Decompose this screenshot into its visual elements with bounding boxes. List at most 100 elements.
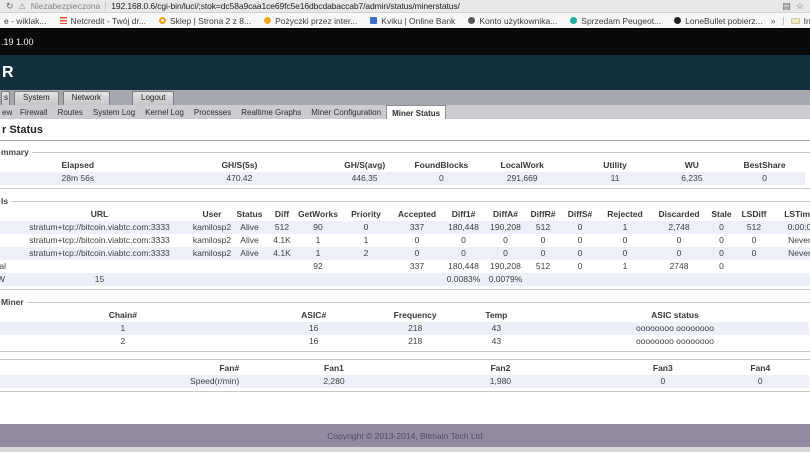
bottom-strip [0, 447, 810, 452]
copyright-text: Copyright © 2013-2014, Bitmain Tech Ltd [327, 430, 483, 441]
table-cell [0, 221, 7, 234]
column-header: BestShare [743, 160, 786, 170]
column-header: Chain# [108, 310, 138, 320]
table-body: 28m 56s 470.42 446.35 0 291,669 11 6,235 0 [0, 172, 805, 185]
nav-tab-system[interactable]: System [14, 91, 59, 105]
table-cell: oooooooo oooooooo [541, 322, 809, 335]
miner-table: Chain# ASIC# Frequency Temp ASIC status 1 16 2… [0, 308, 809, 348]
table-cell: 218 [408, 336, 423, 346]
nav-tab-s[interactable]: s [1, 91, 10, 105]
column-header: DiffA# [492, 209, 519, 219]
reload-icon[interactable]: ↻ [6, 1, 14, 11]
divider [0, 140, 810, 141]
table-cell: Never [788, 235, 810, 245]
bookmark-item[interactable]: Konto użytkownika... [468, 16, 557, 26]
favicon-icon [674, 17, 682, 24]
favicon-icon [468, 17, 476, 24]
table-cell [0, 234, 7, 247]
table-cell: 512 [535, 261, 551, 271]
table-cell [267, 260, 297, 273]
subnav-tab-system-log[interactable]: System Log [88, 105, 140, 119]
table-cell: 2 [120, 336, 126, 346]
column-header: Fan# [219, 363, 240, 373]
brand-logo-fragment: R [2, 63, 15, 81]
bookmark-item[interactable]: Netcredit - Twój dr... [59, 16, 146, 26]
table-cell: 291,669 [473, 172, 571, 185]
column-header: User [202, 209, 222, 219]
favicon-icon [370, 17, 378, 24]
column-header: Discarded [658, 209, 700, 219]
column-header: Stale [711, 209, 732, 219]
table-cell: 92 [313, 261, 323, 271]
table-row: stratum+tcp://bitcoin.viabtc.com:3333 kam… [0, 234, 810, 247]
bookmark-item[interactable]: e - wiklak... [4, 16, 47, 26]
table-cell: 180,448 [441, 221, 486, 234]
bookmarks-bar-right: » Inne zakładki Do p [763, 16, 810, 26]
separator [105, 2, 107, 10]
table-cell [599, 273, 651, 286]
subnav-tab-miner-status[interactable]: Miner Status [386, 105, 447, 119]
page-actions-icon[interactable]: ▤ [782, 1, 791, 11]
nav-tab-network[interactable]: Network [62, 91, 111, 105]
subnav-tab-kernel-log[interactable]: Kernel Log [140, 105, 189, 119]
page-footer: Copyright © 2013-2014, Bitmain Tech Ltd [0, 424, 810, 447]
bookmarks-overflow-chevron[interactable]: » [771, 16, 776, 26]
column-header: WU [684, 160, 699, 170]
table-cell: 16 [248, 322, 379, 335]
table-cell [525, 273, 561, 286]
column-header: Priority [351, 209, 381, 219]
summary-section: mmary Elapsed GH/S(5s) GH/S(avg) FoundBlock… [0, 147, 810, 189]
table-cell: 1 [315, 235, 321, 245]
table-cell: W [0, 273, 7, 286]
warning-icon[interactable]: ⚠ [19, 2, 26, 11]
security-label[interactable]: Niezabezpieczona [31, 1, 100, 11]
bookmark-item[interactable]: LoneBullet pobierz... [674, 16, 763, 26]
table-cell: stratum+tcp://bitcoin.viabtc.com:3333 [29, 235, 170, 245]
subnav-tab-miner-configuration[interactable]: Miner Configuration [306, 105, 386, 119]
column-header: Temp [485, 310, 508, 320]
table-cell: 0 [614, 375, 712, 388]
nav-tab-logout[interactable]: Logout [132, 91, 175, 105]
table-cell: 90 [297, 221, 339, 234]
fan-table: Fan# Fan1 Fan2 Fan3 Fan4 Speed(r/min) 2,280 1,… [0, 361, 809, 388]
column-header: DiffS# [567, 209, 593, 219]
bookmark-item[interactable]: Sprzedam Peugeot... [570, 16, 661, 26]
bookmark-label: Kviku | Online Bank [381, 15, 456, 26]
table-cell [192, 260, 232, 273]
bookmark-star-icon[interactable]: ☆ [796, 1, 804, 11]
table-cell: 0 [414, 235, 420, 245]
table-row: 28m 56s 470.42 446.35 0 291,669 11 6,235 0 [0, 172, 805, 185]
table-cell: 0 [719, 261, 724, 271]
bookmark-label: Sprzedam Peugeot... [581, 15, 662, 26]
table-cell: 337 [393, 221, 441, 234]
status-subnav-tabs: ew Firewall Routes System Log Kernel Log Proc… [0, 105, 810, 119]
bookmark-item[interactable]: Pożyczki przez inter... [264, 16, 357, 26]
subnav-tab-realtime-graphs[interactable]: Realtime Graphs [236, 105, 306, 119]
table-cell: 337 [409, 261, 425, 271]
table-cell: oooooooo oooooooo [636, 336, 714, 346]
subnav-tab-ew[interactable]: ew [2, 105, 15, 119]
other-bookmarks-label: Inne zakładki [803, 15, 810, 26]
url-text[interactable]: 192.168.0.6/cgi-bin/luci/;stok=dc58a9caa… [111, 1, 460, 11]
subnav-tab-processes[interactable]: Processes [189, 105, 236, 119]
subnav-tab-firewall[interactable]: Firewall [15, 105, 53, 119]
bookmark-item[interactable]: Sklep | Strona 2 z 8... [158, 16, 251, 26]
separator [782, 16, 784, 25]
other-bookmarks-button[interactable]: Inne zakładki [790, 15, 810, 26]
table-cell: stratum+tcp://bitcoin.viabtc.com:3333 [7, 247, 192, 260]
subnav-tab-routes[interactable]: Routes [53, 105, 88, 119]
favicon-icon [158, 17, 166, 24]
column-header: GH/S(5s) [221, 160, 258, 170]
table-cell: 0 [676, 235, 682, 245]
bookmark-item[interactable]: Kviku | Online Bank [370, 16, 455, 26]
table-cell [736, 273, 772, 286]
column-header: Elapsed [61, 160, 95, 170]
pools-table: l URL User Status Diff GetWorks Priority Accept… [0, 207, 810, 286]
table-cell [0, 247, 7, 260]
address-bar: ↻ ⚠ Niezabezpieczona 192.168.0.6/cgi-bin… [0, 0, 810, 13]
table-cell [297, 273, 339, 286]
summary-table: Elapsed GH/S(5s) GH/S(avg) FoundBlocks Local… [0, 158, 805, 185]
table-cell: 4.1K [273, 235, 291, 245]
table-row: W 15 0.0083% 0.0079% [0, 273, 810, 286]
bookmarks-bar: e - wiklak... Netcredit - Twój dr... Sklep… [0, 13, 810, 28]
